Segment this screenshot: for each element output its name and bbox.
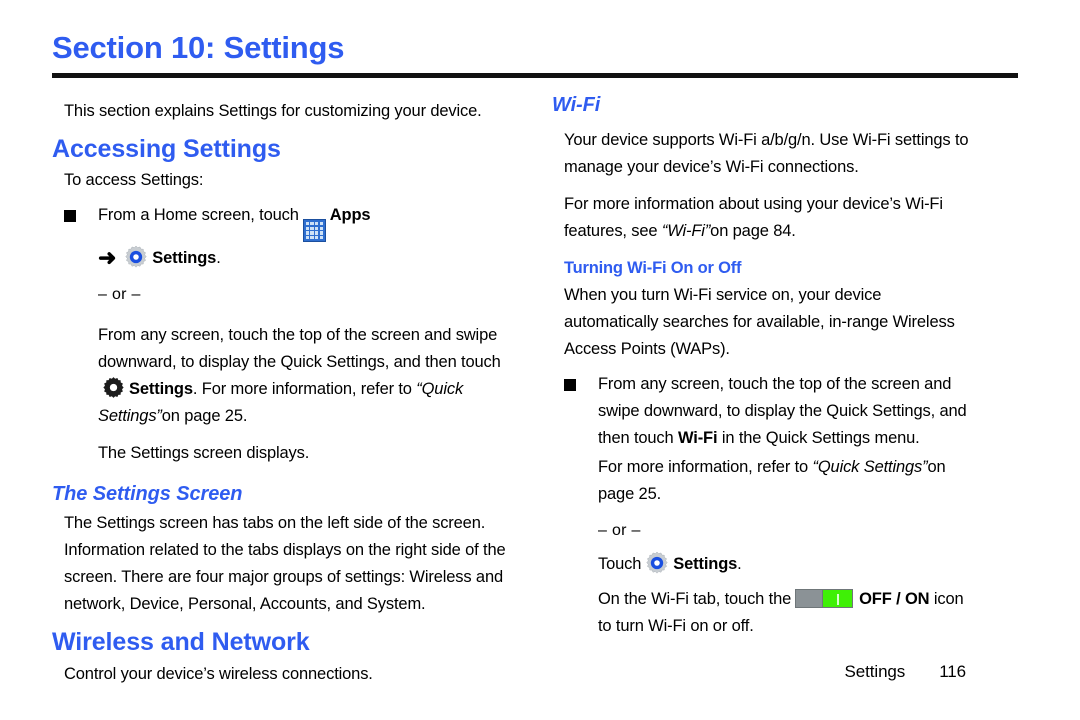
settings-label: Settings xyxy=(152,249,217,268)
wifi-step-text-b: in the Quick Settings menu. xyxy=(721,429,920,448)
list-item: From a Home screen, touch Apps ➜ Settings… xyxy=(52,202,506,467)
turning-wifi-intro: When you turn Wi-Fi service on, your dev… xyxy=(564,286,955,359)
two-column-body: This section explains Settings for custo… xyxy=(52,94,1018,688)
list-item: From any screen, touch the top of the sc… xyxy=(552,371,980,640)
wireless-network-body: Control your device’s wireless connectio… xyxy=(64,664,373,683)
quick-settings-step: From any screen, touch the top of the sc… xyxy=(98,322,506,430)
touch-settings-step: Touch Settings. xyxy=(598,550,980,578)
title-divider xyxy=(52,72,1018,78)
bullet-content: From a Home screen, touch Apps ➜ Settings… xyxy=(98,202,506,467)
settings-screen-body: The Settings screen has tabs on the left… xyxy=(64,514,506,614)
wifi-bold-label: Wi-Fi xyxy=(678,429,718,448)
quick-settings-text-a: From any screen, touch the top of the sc… xyxy=(98,326,501,372)
off-on-toggle-icon[interactable] xyxy=(795,589,854,609)
heading-turning-wifi-on-or-off: Turning Wi-Fi On or Off xyxy=(564,258,742,277)
bullet-square-icon xyxy=(564,379,576,392)
intro-paragraph: This section explains Settings for custo… xyxy=(64,101,482,120)
settings-gear-blue-icon xyxy=(646,552,668,574)
manual-page: Section 10: Settings This section explai… xyxy=(52,0,1018,720)
or-divider-left: – or – xyxy=(98,286,141,304)
quick-settings-bold-label: Settings xyxy=(129,380,193,399)
settings-period: . xyxy=(216,249,221,268)
toggle-knob xyxy=(822,590,853,608)
wifi-more-info: For more information, refer to “Quick Se… xyxy=(598,454,980,508)
touch-label: Touch xyxy=(598,555,642,574)
settings-period: . xyxy=(737,555,742,574)
wifi-paragraph-2: For more information about using your de… xyxy=(552,191,980,245)
accessing-lead: To access Settings: xyxy=(64,171,204,190)
page-title: Section 10: Settings xyxy=(52,30,345,65)
off-on-label: OFF / ON xyxy=(859,590,930,609)
home-screen-step: From a Home screen, touch Apps xyxy=(98,202,506,243)
or-divider-right: – or – xyxy=(598,522,641,540)
settings-step: ➜ Settings. xyxy=(98,244,506,272)
apps-label: Apps xyxy=(329,206,371,225)
apps-grid-icon xyxy=(302,219,326,243)
bullet-square-icon xyxy=(64,210,76,223)
wifi-quick-settings-reference: “Quick Settings” xyxy=(812,458,928,477)
wifi-toggle-text-a: On the Wi-Fi tab, touch the xyxy=(598,590,792,609)
settings-gear-blue-icon xyxy=(125,245,147,268)
wifi-ref-text-a: For more information, refer to xyxy=(598,458,809,477)
footer-label: Settings xyxy=(844,662,906,681)
page-footer: Settings 116 xyxy=(844,662,967,682)
settings-screen-displays: The Settings screen displays. xyxy=(98,444,310,463)
toggle-knob-bar xyxy=(836,594,839,606)
bullet-content: From any screen, touch the top of the sc… xyxy=(598,371,980,640)
wifi-toggle-step: On the Wi-Fi tab, touch the OFF / ON icon… xyxy=(598,586,980,640)
footer-page-number: 116 xyxy=(939,662,966,681)
left-column: This section explains Settings for custo… xyxy=(52,94,514,688)
quick-settings-text-b: . For more information, refer to xyxy=(192,380,412,399)
heading-accessing-settings: Accessing Settings xyxy=(52,134,281,163)
heading-wireless-and-network: Wireless and Network xyxy=(52,628,310,657)
wifi-reference: “Wi-Fi” xyxy=(661,221,711,240)
wifi-para2-text-b: on page 84. xyxy=(710,221,796,240)
settings-gear-dark-icon xyxy=(103,377,124,399)
heading-wifi: Wi-Fi xyxy=(552,93,601,116)
right-column: Wi-Fi Your device supports Wi-Fi a/b/g/n… xyxy=(514,94,980,688)
wifi-paragraph-1: Your device supports Wi-Fi a/b/g/n. Use … xyxy=(564,130,969,176)
settings-label: Settings xyxy=(673,555,738,574)
arrow-right-icon: ➜ xyxy=(98,245,117,271)
wifi-quick-settings-step: From any screen, touch the top of the sc… xyxy=(598,371,980,452)
quick-settings-text-c: on page 25. xyxy=(161,407,248,426)
home-screen-text: From a Home screen, touch xyxy=(98,206,299,225)
heading-the-settings-screen: The Settings Screen xyxy=(52,483,243,506)
